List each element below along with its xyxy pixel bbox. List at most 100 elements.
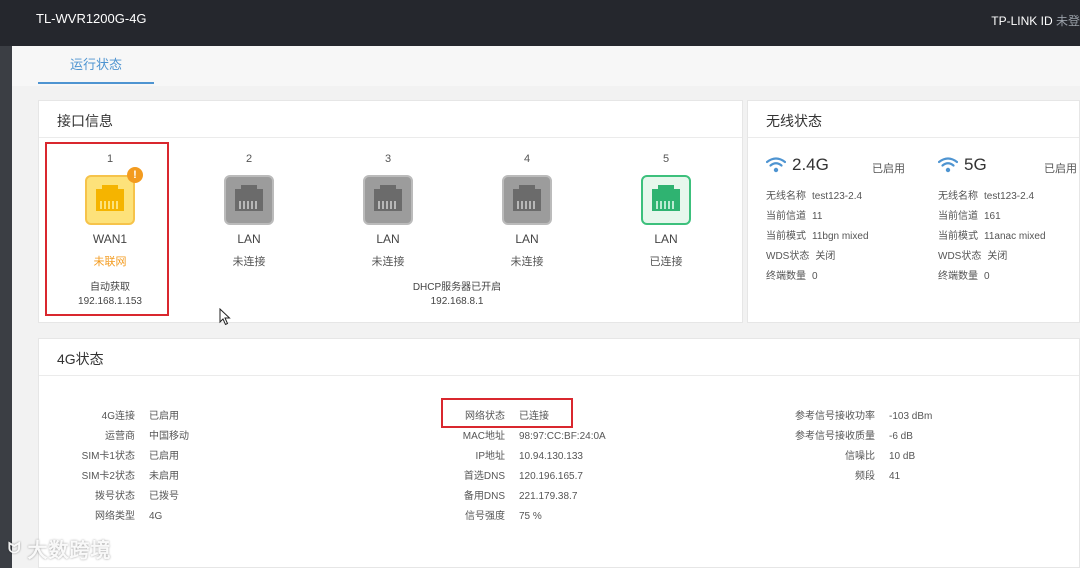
detail-row: 终端数量 0 [938, 267, 1046, 287]
lte-label: IP地址 [475, 451, 505, 462]
detail-row: 当前信道 161 [938, 207, 1046, 227]
rj45-icon [374, 185, 402, 211]
port-status: 未连接 [232, 256, 266, 268]
lte-row: 首选DNS 120.196.165.7 [429, 467, 606, 487]
lte-panel-title: 4G状态 [57, 351, 104, 367]
divider [748, 137, 1079, 138]
detail-value: 0 [812, 271, 818, 282]
detail-label: 终端数量 [938, 271, 978, 282]
lte-value: 已拨号 [149, 491, 179, 502]
lte-value: 120.196.165.7 [519, 471, 583, 482]
band-2-4g: 2.4G [766, 155, 829, 175]
lte-value: 75 % [519, 511, 542, 522]
lte-value: 已启用 [149, 451, 179, 462]
detail-row: 当前模式 11bgn mixed [766, 227, 869, 247]
port-lan5[interactable]: 5 LAN 已连接 [611, 153, 721, 269]
lte-label: 4G连接 [101, 411, 135, 422]
port-name: LAN [376, 232, 400, 246]
detail-label: 当前模式 [938, 231, 978, 242]
watermark-text: 大数跨境 [27, 540, 112, 562]
detail-row: 无线名称 test123-2.4 [938, 187, 1046, 207]
watermark-logo-icon: ᗢ [8, 540, 22, 557]
port-name: LAN [515, 232, 539, 246]
lte-column-3: 参考信号接收功率 -103 dBm 参考信号接收质量 -6 dB 信噪比 10 dB … [759, 407, 932, 487]
port-lan3[interactable]: 3 LAN 未连接 [333, 153, 443, 269]
lte-label: SIM卡2状态 [81, 471, 135, 482]
lte-label: MAC地址 [462, 431, 505, 442]
band-state: 已启用 [872, 163, 905, 175]
lte-row: 拨号状态 已拨号 [59, 487, 189, 507]
wireless-panel: 无线状态 2.4G 已启用 无线名称 test123-2.4 当前信道 11 当前模… [747, 100, 1080, 323]
lte-label: SIM卡1状态 [81, 451, 135, 462]
tplink-id-link[interactable]: TP-LINK ID 未登 [991, 12, 1080, 29]
lte-value: 10 dB [889, 451, 916, 462]
sidebar-strip [0, 46, 12, 568]
lte-row: 信噪比 10 dB [759, 447, 932, 467]
divider [39, 375, 1079, 376]
lte-row: 4G连接 已启用 [59, 407, 189, 427]
detail-row: 无线名称 test123-2.4 [766, 187, 869, 207]
detail-value: test123-2.4 [812, 191, 863, 202]
mouse-cursor-icon [219, 308, 231, 326]
lte-row: 运营商 中国移动 [59, 427, 189, 447]
band-label: 2.4G [792, 155, 829, 174]
tplink-id-status: 未登 [1055, 14, 1080, 28]
detail-value: 11bgn mixed [812, 231, 869, 242]
tab-running-status[interactable]: 运行状态 [38, 46, 154, 84]
ethernet-port-connected-icon [641, 175, 691, 225]
lte-value: 未启用 [149, 471, 179, 482]
detail-label: WDS状态 [938, 251, 982, 262]
highlight-box-wan [45, 142, 169, 316]
dhcp-status: DHCP服务器已开启 [412, 282, 502, 293]
ethernet-port-icon [502, 175, 552, 225]
lte-value: 10.94.130.133 [519, 451, 583, 462]
port-number: 3 [384, 153, 392, 165]
lte-value: 中国移动 [149, 431, 189, 442]
detail-label: 当前模式 [766, 231, 806, 242]
port-lan2[interactable]: 2 LAN 未连接 [194, 153, 304, 269]
port-lan4[interactable]: 4 LAN 未连接 [472, 153, 582, 269]
lte-row: 备用DNS 221.179.38.7 [429, 487, 606, 507]
top-bar: TL-WVR1200G-4G TP-LINK ID 未登 [0, 0, 1080, 46]
lte-value: 4G [149, 511, 163, 522]
lan-ip: 192.168.8.1 [430, 296, 484, 307]
lte-row: 参考信号接收功率 -103 dBm [759, 407, 932, 427]
lte-column-1: 4G连接 已启用 运营商 中国移动 SIM卡1状态 已启用 SIM卡2状态 未启用 拨号… [59, 407, 189, 527]
lte-label: 参考信号接收质量 [795, 431, 875, 442]
interface-panel: 接口信息 1 ! WAN1 未联网 自动获取 192.168.1.153 2 L… [38, 100, 743, 323]
lan-info: DHCP服务器已开启 192.168.8.1 [357, 281, 557, 309]
detail-row: WDS状态 关闭 [766, 247, 869, 267]
lte-value: -6 dB [889, 431, 913, 442]
lte-panel: 4G状态 4G连接 已启用 运营商 中国移动 SIM卡1状态 已启用 SIM卡2状态 未… [38, 338, 1080, 568]
port-status: 未连接 [510, 256, 544, 268]
ethernet-port-icon [224, 175, 274, 225]
highlight-box-network-status [441, 398, 573, 428]
tplink-id-label: TP-LINK ID [991, 14, 1053, 28]
wifi-icon [766, 157, 786, 173]
lte-row: SIM卡1状态 已启用 [59, 447, 189, 467]
detail-value: 11anac mixed [984, 231, 1046, 242]
detail-value: test123-2.4 [984, 191, 1035, 202]
wifi-icon [938, 157, 958, 173]
lte-label: 备用DNS [463, 491, 505, 502]
lte-row: 网络类型 4G [59, 507, 189, 527]
lte-label: 参考信号接收功率 [795, 411, 875, 422]
band-2-4g-details: 无线名称 test123-2.4 当前信道 11 当前模式 11bgn mixed W… [766, 187, 869, 287]
detail-value: 0 [984, 271, 990, 282]
rj45-icon [513, 185, 541, 211]
port-number: 4 [523, 153, 531, 165]
detail-row: 终端数量 0 [766, 267, 869, 287]
detail-value: 关闭 [987, 251, 1008, 262]
detail-label: 无线名称 [766, 191, 806, 202]
port-name: LAN [654, 232, 678, 246]
port-status: 未连接 [371, 256, 405, 268]
lte-label: 信号强度 [465, 511, 505, 522]
watermark: ᗢ 大数跨境 [8, 534, 111, 563]
detail-label: 当前信道 [766, 211, 806, 222]
port-status: 已连接 [649, 256, 683, 268]
lte-label: 首选DNS [463, 471, 505, 482]
lte-label: 网络类型 [95, 511, 135, 522]
band-5g-details: 无线名称 test123-2.4 当前信道 161 当前模式 11anac mixed… [938, 187, 1046, 287]
rj45-icon [652, 185, 680, 211]
detail-row: 当前模式 11anac mixed [938, 227, 1046, 247]
